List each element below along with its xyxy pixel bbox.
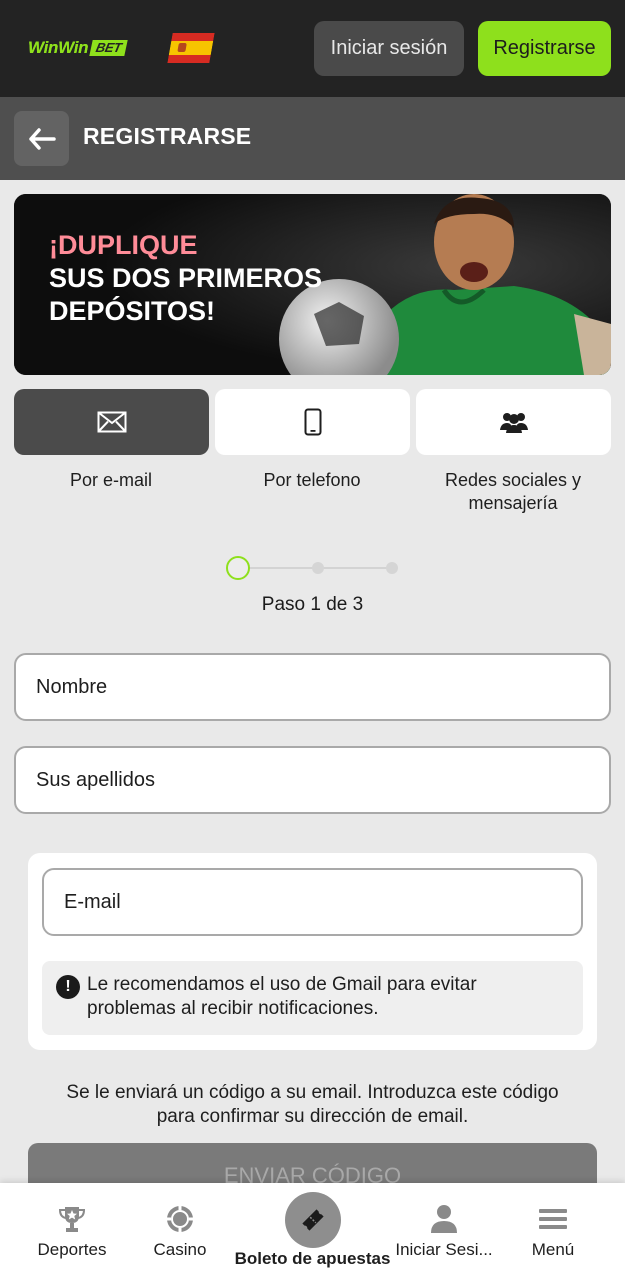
arrow-left-icon (28, 127, 56, 150)
banner-line-1: ¡DUPLIQUE (49, 230, 198, 260)
tab-email-label: Por e-mail (69, 470, 153, 490)
hamburger-menu-icon (539, 1209, 567, 1229)
spain-flag-icon[interactable] (167, 33, 215, 63)
tab-social[interactable] (416, 389, 611, 455)
tab-social-label-line-2: mensajería (468, 493, 558, 513)
tab-phone-label: Por telefono (263, 470, 361, 490)
banner-line-2: SUS DOS PRIMEROS (49, 263, 323, 293)
gmail-notice: ! Le recomendamos el uso de Gmail para e… (42, 961, 583, 1035)
step-3-dot (386, 562, 398, 574)
step-2-dot (312, 562, 324, 574)
nav-casino-label: Casino (153, 1240, 207, 1259)
winwin-bet-logo[interactable]: WinWin BET (28, 38, 129, 58)
nav-betslip[interactable] (285, 1192, 341, 1248)
nav-menu[interactable]: Menú (508, 1183, 598, 1280)
info-line-1: Se le enviará un código a su email. Intr… (66, 1082, 559, 1103)
tab-social-label: Redes sociales y mensajería (413, 469, 613, 515)
nav-sports[interactable]: Deportes (22, 1183, 122, 1280)
nav-menu-label: Menú (531, 1240, 575, 1259)
top-bar: WinWin BET Iniciar sesión Registrarse (0, 0, 625, 97)
notice-line-1: Le recomendamos el uso de Gmail para evi… (87, 974, 477, 995)
first-name-placeholder: Nombre (36, 675, 108, 698)
code-info-text: Se le enviará un código a su email. Intr… (20, 1081, 605, 1129)
notice-line-2: problemas al recibir notificaciones. (87, 998, 379, 1019)
ticket-icon (302, 1209, 324, 1231)
tab-social-label-line-1: Redes sociales y (444, 470, 582, 490)
login-button[interactable]: Iniciar sesión (314, 21, 464, 76)
promo-banner[interactable]: ¡DUPLIQUE SUS DOS PRIMEROS DEPÓSITOS! (14, 194, 611, 375)
people-icon (499, 413, 528, 433)
logo-text: WinWin (28, 38, 89, 57)
page-header: REGISTRARSE (0, 97, 625, 180)
tab-phone[interactable] (215, 389, 410, 455)
step-1-dot (226, 556, 250, 580)
banner-line-3: DEPÓSITOS! (49, 296, 216, 326)
exclamation-icon: ! (56, 975, 80, 999)
last-name-placeholder: Sus apellidos (36, 768, 155, 791)
logo-bet-badge: BET (89, 40, 129, 56)
envelope-icon (97, 411, 126, 433)
last-name-field[interactable]: Sus apellidos (14, 746, 611, 814)
user-icon (431, 1205, 457, 1233)
banner-headline: ¡DUPLIQUE SUS DOS PRIMEROS DEPÓSITOS! (49, 229, 322, 328)
trophy-icon (58, 1207, 86, 1232)
email-field[interactable]: E-mail (42, 868, 583, 936)
nav-sports-label: Deportes (37, 1240, 107, 1259)
nav-betslip-label: Boleto de apuestas (234, 1249, 391, 1268)
first-name-field[interactable]: Nombre (14, 653, 611, 721)
page-title: REGISTRARSE (83, 123, 252, 149)
back-button[interactable] (14, 111, 69, 166)
info-line-2: para confirmar su dirección de email. (156, 1106, 469, 1127)
step-label: Paso 1 de 3 (261, 594, 364, 615)
casino-chip-icon (167, 1206, 193, 1232)
phone-icon (304, 408, 321, 436)
step-progress (226, 556, 401, 580)
email-placeholder: E-mail (64, 890, 121, 913)
register-button[interactable]: Registrarse (478, 21, 611, 76)
notice-text: Le recomendamos el uso de Gmail para evi… (87, 973, 567, 1021)
tab-email[interactable] (14, 389, 209, 455)
